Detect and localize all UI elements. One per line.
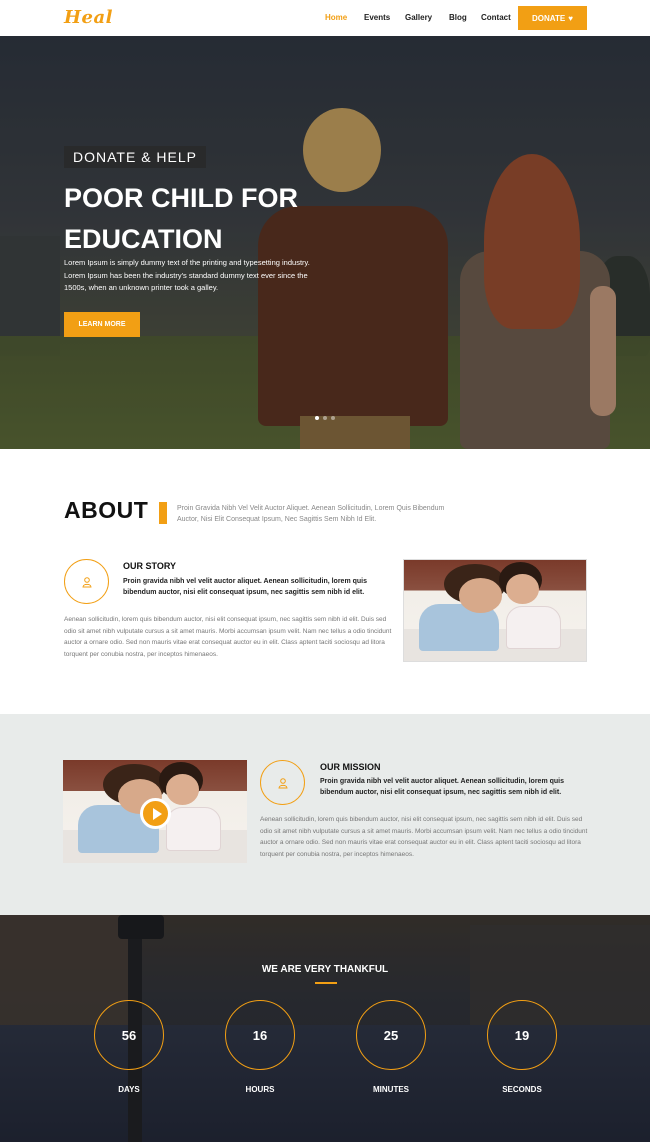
- countdown-minutes-circle: 25: [356, 1000, 426, 1070]
- about-heading: ABOUT: [64, 497, 149, 523]
- countdown-hours-circle: 16: [225, 1000, 295, 1070]
- nav-blog-link[interactable]: Blog: [449, 13, 467, 22]
- our-mission-body: Aenean sollicitudin, lorem quis bibendum…: [260, 816, 588, 858]
- countdown-seconds-label: SECONDS: [502, 1085, 542, 1094]
- our-mission-title: OUR MISSION: [320, 762, 381, 772]
- slider-dot-1[interactable]: [315, 416, 319, 420]
- nav-contact-link[interactable]: Contact: [481, 13, 511, 22]
- our-story-title: OUR STORY: [123, 561, 177, 571]
- countdown-title-underline: [315, 982, 337, 984]
- donate-button-label: DONATE: [532, 13, 566, 23]
- photo-girl-dress: [166, 807, 222, 851]
- countdown-days-label: DAYS: [118, 1085, 140, 1094]
- our-story-body: Aenean sollicitudin, lorem quis bibendum…: [64, 616, 392, 658]
- our-story-lead: Proin gravida nibh vel velit auctor aliq…: [123, 578, 368, 596]
- site-logo[interactable]: Heal: [64, 7, 113, 28]
- countdown-minutes-value: 25: [383, 1027, 399, 1043]
- user-icon: [260, 760, 305, 805]
- top-navbar: Heal Home Events Gallery Blog Contact DO…: [0, 0, 650, 36]
- photo-girl-face: [166, 774, 200, 806]
- hero-eyebrow: DONATE & HELP: [64, 146, 206, 168]
- nav-gallery-link[interactable]: Gallery: [405, 13, 432, 22]
- heart-icon: ♥: [568, 13, 573, 23]
- nav-events-link[interactable]: Events: [364, 13, 390, 22]
- user-icon: [64, 559, 109, 604]
- countdown-hours-value: 16: [252, 1027, 268, 1043]
- play-video-button[interactable]: [140, 798, 171, 829]
- about-accent-bar: [159, 502, 167, 524]
- photo-boy-face: [458, 578, 503, 613]
- hero-slider: DONATE & HELP POOR CHILD FOR EDUCATION L…: [0, 36, 650, 449]
- user-icon-glyph: [81, 576, 92, 587]
- hero-title: POOR CHILD FOR EDUCATION: [64, 183, 298, 254]
- countdown-minutes-label: MINUTES: [373, 1085, 409, 1094]
- countdown-days-circle: 56: [94, 1000, 164, 1070]
- hero-text: Lorem Ipsum is simply dummy text of the …: [64, 258, 310, 292]
- play-icon: [152, 807, 162, 820]
- slider-dot-3[interactable]: [331, 416, 335, 420]
- photo-girl-face: [505, 574, 539, 605]
- countdown-hours-label: HOURS: [245, 1085, 275, 1094]
- slider-dots: [315, 416, 335, 420]
- donate-button[interactable]: DONATE ♥: [518, 6, 587, 30]
- countdown-title: WE ARE VERY THANKFUL: [261, 964, 389, 975]
- photo-girl-dress: [505, 606, 561, 649]
- learn-more-button[interactable]: LEARN MORE: [64, 312, 140, 337]
- nav-home-link[interactable]: Home: [325, 13, 347, 22]
- countdown-seconds-value: 19: [514, 1027, 530, 1043]
- our-story-image: [403, 559, 587, 662]
- user-icon-glyph: [277, 777, 288, 788]
- slider-dot-2[interactable]: [323, 416, 327, 420]
- countdown-seconds-circle: 19: [487, 1000, 557, 1070]
- our-mission-lead: Proin gravida nibh vel velit auctor aliq…: [320, 778, 565, 796]
- countdown-days-value: 56: [121, 1027, 137, 1043]
- about-description: Proin Gravida Nibh Vel Velit Auctor Aliq…: [177, 505, 445, 523]
